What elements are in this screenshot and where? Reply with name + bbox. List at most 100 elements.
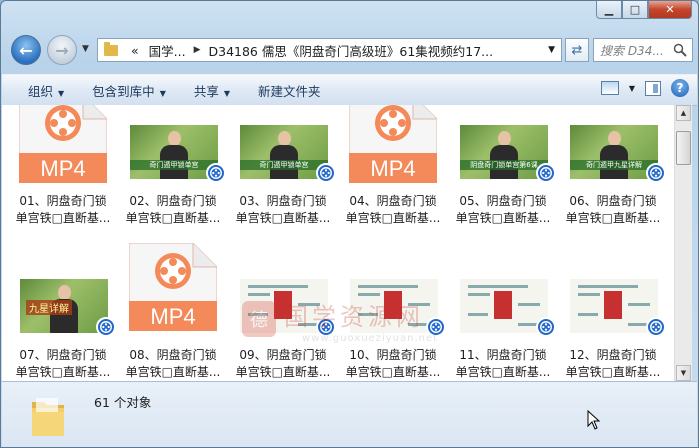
media-player-badge-icon [96, 317, 116, 337]
search-icon [673, 43, 687, 57]
media-player-badge-icon [536, 317, 556, 337]
minimize-button[interactable]: ▁ [596, 1, 622, 19]
breadcrumb-overflow[interactable]: « [126, 43, 144, 58]
file-list-view[interactable]: MP4 01、阴盘奇门锁 单宫铁□直断基... 奇门遁甲锁单宫 02、阴盘奇门锁 单宫铁□… [2, 105, 674, 381]
file-thumbnail: 阴盘奇门锁单宫第6课 [449, 105, 557, 183]
share-menu[interactable]: 共享 ▼ [180, 81, 244, 100]
file-name-line-2: 单宫铁□直断基... [565, 211, 661, 225]
file-item[interactable]: 九星详解 07、阴盘奇门锁 单宫铁□直断基... [9, 243, 117, 379]
svg-text:MP4: MP4 [150, 304, 195, 329]
video-thumbnail: 奇门遁甲锁单宫 [240, 125, 328, 179]
file-item[interactable]: MP4 08、阴盘奇门锁 单宫铁□直断基... [119, 242, 227, 379]
scroll-up-icon[interactable]: ▲ [676, 105, 691, 121]
file-name: 04、阴盘奇门锁 单宫铁□直断基... [339, 193, 447, 227]
file-item[interactable]: MP4 04、阴盘奇门锁 单宫铁□直断基... [339, 105, 447, 225]
file-name: 05、阴盘奇门锁 单宫铁□直断基... [449, 193, 557, 227]
media-player-badge-icon [316, 163, 336, 183]
search-placeholder: 搜索 D34... [600, 43, 664, 58]
file-name: 03、阴盘奇门锁 单宫铁□直断基... [229, 193, 337, 227]
video-thumbnail [570, 279, 658, 333]
include-in-library-menu[interactable]: 包含到库中 ▼ [78, 81, 180, 100]
address-dropdown-icon[interactable]: ▼ [548, 45, 555, 55]
file-name-line-1: 12、阴盘奇门锁 [569, 348, 657, 362]
folder-icon [32, 398, 64, 436]
file-name-line-2: 单宫铁□直断基... [565, 365, 661, 379]
close-button[interactable]: ✕ [648, 1, 692, 19]
scroll-down-icon[interactable]: ▼ [676, 365, 691, 381]
file-name-line-2: 单宫铁□直断基... [125, 211, 221, 225]
mp4-file-icon: MP4 [128, 242, 218, 332]
file-name: 06、阴盘奇门锁 单宫铁□直断基... [559, 193, 667, 227]
breadcrumb-item-parent[interactable]: 国学... [144, 41, 191, 60]
file-thumbnail: 奇门遁甲九星详解 [559, 105, 667, 183]
chevron-down-icon: ▼ [58, 88, 65, 98]
vertical-scrollbar[interactable]: ▲ ▼ [674, 105, 692, 381]
file-name-line-2: 单宫铁□直断基... [125, 365, 221, 379]
file-name-line-2: 单宫铁□直断基... [235, 211, 331, 225]
video-caption: 奇门遁甲锁单宫 [240, 160, 328, 170]
folder-icon [104, 41, 118, 56]
preview-pane-icon[interactable] [645, 80, 661, 96]
video-thumbnail: 奇门遁甲锁单宫 [130, 125, 218, 179]
file-name-line-1: 04、阴盘奇门锁 [349, 194, 437, 208]
refresh-button[interactable]: ⇄ [565, 38, 589, 62]
video-caption: 奇门遁甲九星详解 [570, 160, 658, 170]
forward-button[interactable]: → [47, 35, 77, 65]
file-item[interactable]: 12、阴盘奇门锁 单宫铁□直断基... [559, 243, 667, 379]
video-thumbnail [460, 279, 548, 333]
navigation-bar: ← → ▼ « 国学... ▶ D34186 儒思《阴盘奇门高级班》61集视频约… [9, 35, 693, 65]
breadcrumb-item-current[interactable]: D34186 儒思《阴盘奇门高级班》61集视频约17... [204, 41, 499, 60]
search-input[interactable]: 搜索 D34... [593, 38, 693, 62]
file-thumbnail: MP4 [9, 105, 117, 184]
video-caption: 阴盘奇门锁单宫第6课 [460, 160, 548, 170]
change-view-icon[interactable] [600, 81, 619, 95]
file-item[interactable]: MP4 01、阴盘奇门锁 单宫铁□直断基... [9, 105, 117, 225]
file-thumbnail [559, 243, 667, 337]
video-thumbnail: 奇门遁甲九星详解 [570, 125, 658, 179]
file-item[interactable]: 奇门遁甲锁单宫 03、阴盘奇门锁 单宫铁□直断基... [229, 105, 337, 225]
file-name: 12、阴盘奇门锁 单宫铁□直断基... [559, 347, 667, 381]
address-bar[interactable]: « 国学... ▶ D34186 儒思《阴盘奇门高级班》61集视频约17... … [97, 38, 562, 62]
refresh-icon: ⇄ [571, 42, 583, 58]
file-name-line-1: 08、阴盘奇门锁 [129, 348, 217, 362]
maximize-button[interactable]: □ [622, 1, 648, 19]
svg-text:MP4: MP4 [370, 156, 415, 181]
file-thumbnail: 九星详解 [9, 243, 117, 337]
scrollbar-thumb[interactable] [676, 131, 691, 165]
watermark-url: www.guoxueziyuan.net [302, 333, 439, 344]
presenter-figure [270, 131, 298, 179]
file-thumbnail: MP4 [339, 105, 447, 184]
file-item[interactable]: 阴盘奇门锁单宫第6课 05、阴盘奇门锁 单宫铁□直断基... [449, 105, 557, 225]
explorer-window: ▁ □ ✕ ← → ▼ « 国学... ▶ D34186 儒思《阴盘奇门高级班》… [0, 0, 699, 448]
video-thumbnail: 九星详解 [20, 279, 108, 333]
help-icon[interactable]: ? [671, 79, 689, 97]
back-arrow-icon: ← [19, 40, 33, 60]
file-name: 07、阴盘奇门锁 单宫铁□直断基... [9, 347, 117, 381]
video-thumbnail: 阴盘奇门锁单宫第6课 [460, 125, 548, 179]
file-name-line-2: 单宫铁□直断基... [455, 365, 551, 379]
mp4-file-icon: MP4 [18, 105, 108, 184]
file-name-line-2: 单宫铁□直断基... [235, 365, 331, 379]
file-name: 08、阴盘奇门锁 单宫铁□直断基... [119, 347, 227, 381]
back-button[interactable]: ← [11, 35, 41, 65]
chevron-down-icon: ▼ [159, 88, 166, 98]
media-player-badge-icon [206, 163, 226, 183]
file-thumbnail: 奇门遁甲锁单宫 [229, 105, 337, 183]
file-name-line-2: 单宫铁□直断基... [15, 365, 111, 379]
new-folder-button[interactable]: 新建文件夹 [244, 81, 335, 100]
file-item[interactable]: 奇门遁甲锁单宫 02、阴盘奇门锁 单宫铁□直断基... [119, 105, 227, 225]
organize-menu[interactable]: 组织 ▼ [2, 81, 78, 100]
media-player-badge-icon [536, 163, 556, 183]
file-name-line-2: 单宫铁□直断基... [345, 365, 441, 379]
breadcrumb-separator-icon[interactable]: ▶ [191, 45, 204, 55]
file-thumbnail: MP4 [119, 242, 227, 332]
watermark-title: 国学资源网 [284, 303, 424, 331]
recent-pages-chevron-icon[interactable]: ▼ [82, 44, 89, 54]
view-chevron-down-icon[interactable]: ▼ [629, 84, 635, 93]
file-name-line-1: 06、阴盘奇门锁 [569, 194, 657, 208]
file-name-line-2: 单宫铁□直断基... [345, 211, 441, 225]
mouse-pointer-icon [587, 410, 601, 430]
svg-text:MP4: MP4 [40, 156, 85, 181]
file-name: 01、阴盘奇门锁 单宫铁□直断基... [9, 193, 117, 227]
file-item[interactable]: 奇门遁甲九星详解 06、阴盘奇门锁 单宫铁□直断基... [559, 105, 667, 225]
